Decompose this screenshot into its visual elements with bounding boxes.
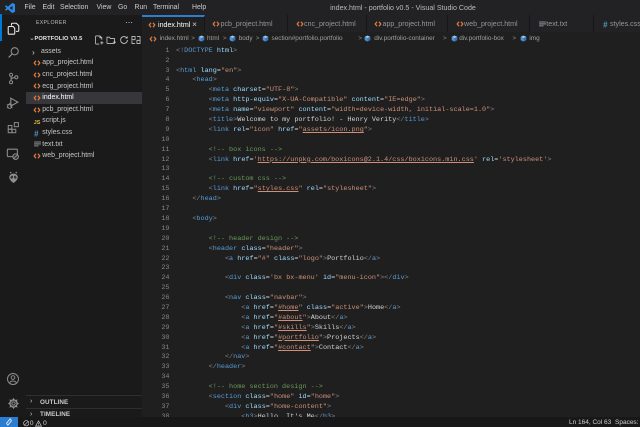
svg-text:#: # <box>603 20 608 28</box>
svg-text:#: # <box>34 129 39 137</box>
svg-text:JS: JS <box>34 120 41 126</box>
